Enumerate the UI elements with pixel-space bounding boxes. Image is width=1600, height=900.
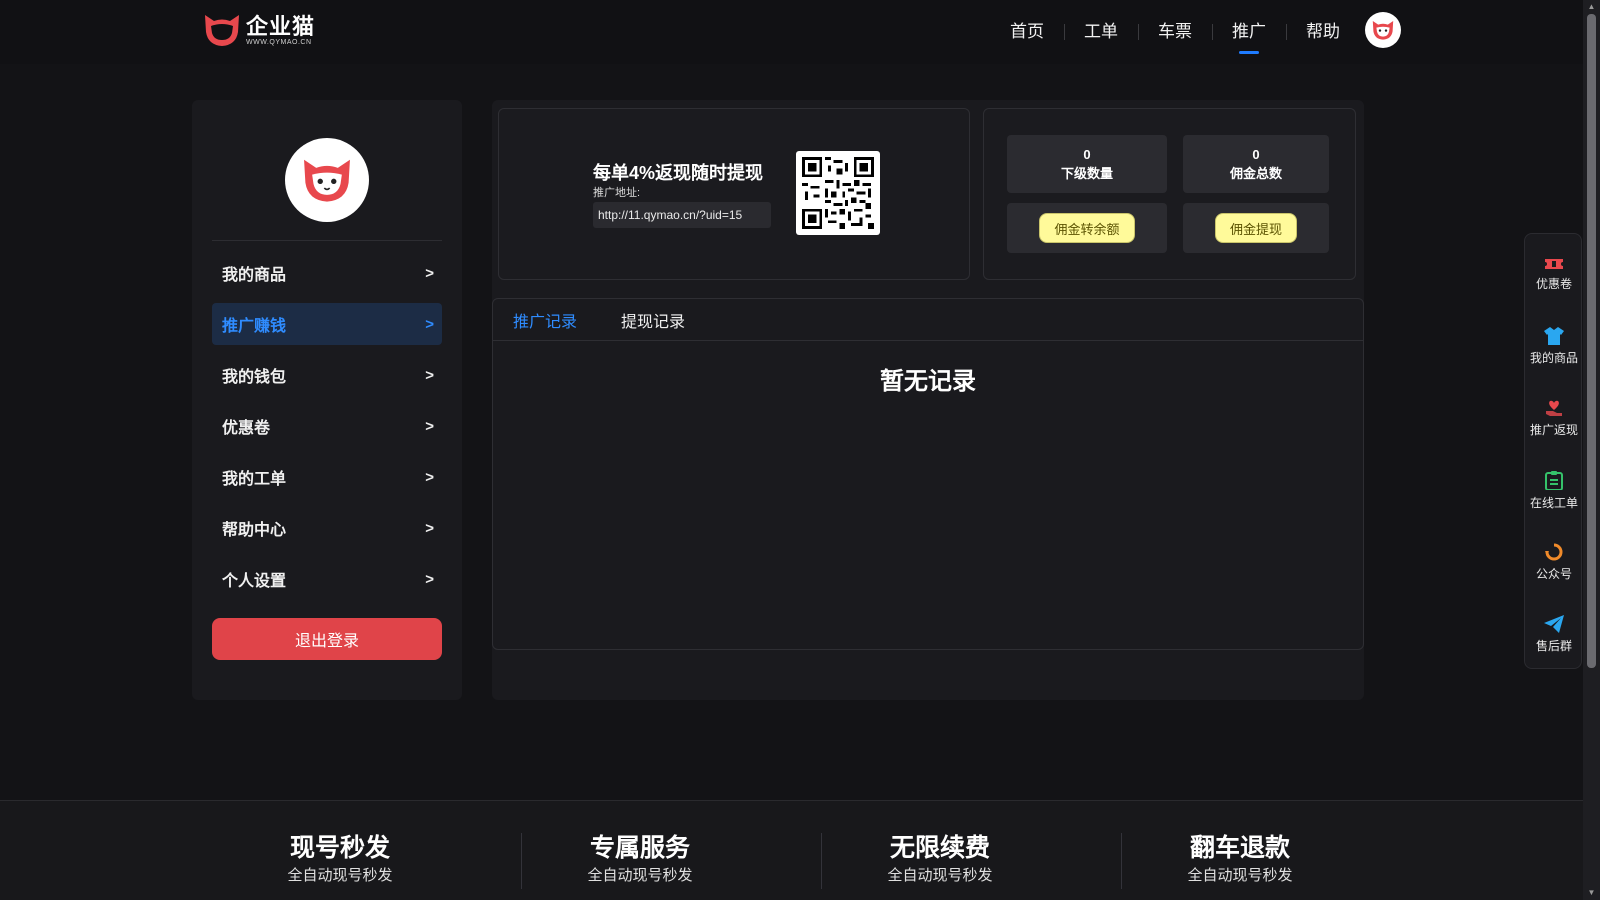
feature-item: 现号秒发 全自动现号秒发 (190, 833, 490, 885)
sub-count-value: 0 (1083, 147, 1091, 162)
withdraw-box: 佣金提现 (1183, 203, 1329, 253)
chevron-right-icon: > (425, 366, 434, 384)
sidebar-item-label: 我的商品 (222, 267, 287, 284)
commission-total-value: 0 (1252, 147, 1260, 162)
nav-train-tickets[interactable]: 车票 (1138, 18, 1212, 46)
tab-promotion-records[interactable]: 推广记录 (513, 308, 577, 332)
cat-logo-icon (205, 15, 239, 46)
sidebar-divider (212, 240, 442, 241)
commission-total-label: 佣金总数 (1229, 166, 1282, 181)
main-nav: 首页 工单 车票 推广 帮助 (990, 18, 1360, 54)
empty-state: 暂无记录 (880, 368, 976, 395)
nav-promotion[interactable]: 推广 (1212, 18, 1286, 54)
refresh-icon (1545, 543, 1563, 560)
float-item-label: 推广返现 (1529, 422, 1578, 437)
logo-name: 企业猫 (246, 13, 316, 39)
coupon-icon (1545, 258, 1563, 269)
scroll-thumb[interactable] (1587, 14, 1596, 668)
feature-title: 翻车退款 (1189, 834, 1290, 862)
cat-avatar-icon (304, 159, 350, 202)
heart-hand-icon (1546, 400, 1562, 416)
logout-button[interactable]: 退出登录 (212, 618, 442, 660)
nav-help[interactable]: 帮助 (1286, 18, 1360, 46)
sidebar-item-label: 我的工单 (222, 471, 287, 488)
float-item-my-products[interactable]: 我的商品 (1525, 316, 1583, 376)
stats-card: 0 下级数量 0 佣金总数 佣金转余额 佣金提现 (983, 108, 1356, 280)
feature-subtitle: 全自动现号秒发 (1187, 867, 1293, 884)
feature-item: 翻车退款 全自动现号秒发 (1090, 833, 1390, 885)
commission-to-balance-button[interactable]: 佣金转余额 (1039, 213, 1135, 243)
cat-avatar-icon (1372, 21, 1394, 40)
chevron-right-icon: > (425, 264, 434, 282)
commission-withdraw-button[interactable]: 佣金提现 (1214, 213, 1297, 243)
floating-toolbar: 优惠卷 我的商品 推广返现 在线工单 公众号 售后群 (1524, 233, 1582, 669)
sidebar-item-my-products[interactable]: 我的商品 > (212, 252, 442, 294)
sidebar-item-label: 优惠卷 (222, 420, 271, 437)
sidebar: 我的商品 > 推广赚钱 > 我的钱包 > 优惠卷 > 我的工单 > 帮助中心 >… (192, 100, 462, 700)
sidebar-item-label: 推广赚钱 (222, 318, 287, 335)
top-header: 企业猫 WWW.QYMAO.CN 首页 工单 车票 推广 帮助 (0, 0, 1583, 64)
feature-title: 专属服务 (589, 834, 690, 862)
sidebar-item-my-tickets[interactable]: 我的工单 > (212, 456, 442, 498)
float-item-coupons[interactable]: 优惠卷 (1525, 244, 1583, 304)
records-tabs: 推广记录 提现记录 (493, 299, 1363, 341)
user-avatar[interactable] (1365, 12, 1401, 48)
page-scrollbar[interactable]: ▲ ▼ (1583, 0, 1600, 900)
chevron-right-icon: > (425, 417, 434, 435)
site-logo[interactable]: 企业猫 WWW.QYMAO.CN (202, 12, 315, 48)
float-item-official-account[interactable]: 公众号 (1525, 532, 1583, 592)
shirt-icon (1544, 326, 1564, 345)
scroll-up-icon[interactable]: ▲ (1587, 2, 1596, 11)
feature-subtitle: 全自动现号秒发 (587, 867, 693, 884)
sub-count-label: 下级数量 (1060, 166, 1113, 181)
logo-url: WWW.QYMAO.CN (246, 38, 312, 46)
qr-code-icon (796, 151, 880, 235)
promo-title: 每单4%返现随时提现 (593, 163, 764, 183)
sidebar-item-coupons[interactable]: 优惠卷 > (212, 405, 442, 447)
feature-subtitle: 全自动现号秒发 (887, 867, 993, 884)
footer: 现号秒发 全自动现号秒发 专属服务 全自动现号秒发 无限续费 全自动现号秒发 翻… (0, 800, 1583, 900)
to-balance-box: 佣金转余额 (1007, 203, 1167, 253)
float-item-aftersales-group[interactable]: 售后群 (1525, 604, 1583, 664)
feature-subtitle: 全自动现号秒发 (287, 867, 393, 884)
float-item-label: 我的商品 (1529, 350, 1578, 365)
feature-title: 现号秒发 (289, 834, 390, 862)
chevron-right-icon: > (425, 315, 434, 333)
sidebar-item-help-center[interactable]: 帮助中心 > (212, 507, 442, 549)
promo-link-field[interactable]: http://11.qymao.cn/?uid=15 (593, 202, 771, 228)
promo-address-label: 推广地址: (593, 187, 641, 199)
sidebar-item-label: 个人设置 (222, 573, 287, 590)
sidebar-item-label: 帮助中心 (222, 522, 287, 539)
sidebar-item-label: 我的钱包 (222, 369, 287, 386)
feature-item: 专属服务 全自动现号秒发 (490, 833, 790, 885)
float-item-label: 在线工单 (1529, 495, 1578, 510)
sub-count-stat: 0 下级数量 (1007, 135, 1167, 193)
tab-withdraw-records[interactable]: 提现记录 (621, 308, 685, 332)
feature-title: 无限续费 (889, 834, 990, 862)
nav-home[interactable]: 首页 (990, 18, 1064, 46)
sidebar-item-my-wallet[interactable]: 我的钱包 > (212, 354, 442, 396)
commission-total-stat: 0 佣金总数 (1183, 135, 1329, 193)
clipboard-icon (1545, 470, 1563, 490)
sidebar-menu: 我的商品 > 推广赚钱 > 我的钱包 > 优惠卷 > 我的工单 > 帮助中心 >… (212, 252, 442, 609)
promo-card: 每单4%返现随时提现 推广地址: http://11.qymao.cn/?uid… (498, 108, 970, 280)
sidebar-item-promote-earn[interactable]: 推广赚钱 > (212, 303, 442, 345)
send-icon (1544, 614, 1564, 633)
records-panel: 推广记录 提现记录 暂无记录 (492, 298, 1364, 650)
main-panel: 每单4%返现随时提现 推广地址: http://11.qymao.cn/?uid… (492, 100, 1364, 700)
scroll-down-icon[interactable]: ▼ (1587, 888, 1596, 897)
sidebar-item-settings[interactable]: 个人设置 > (212, 558, 442, 600)
nav-tickets[interactable]: 工单 (1064, 18, 1138, 46)
float-item-promotion-cashback[interactable]: 推广返现 (1525, 388, 1583, 448)
chevron-right-icon: > (425, 519, 434, 537)
feature-item: 无限续费 全自动现号秒发 (790, 833, 1090, 885)
float-item-label: 售后群 (1535, 638, 1572, 653)
float-item-label: 优惠卷 (1535, 276, 1572, 291)
chevron-right-icon: > (425, 468, 434, 486)
profile-avatar[interactable] (285, 138, 369, 222)
float-item-label: 公众号 (1535, 566, 1572, 581)
chevron-right-icon: > (425, 570, 434, 588)
float-item-online-ticket[interactable]: 在线工单 (1525, 460, 1583, 520)
